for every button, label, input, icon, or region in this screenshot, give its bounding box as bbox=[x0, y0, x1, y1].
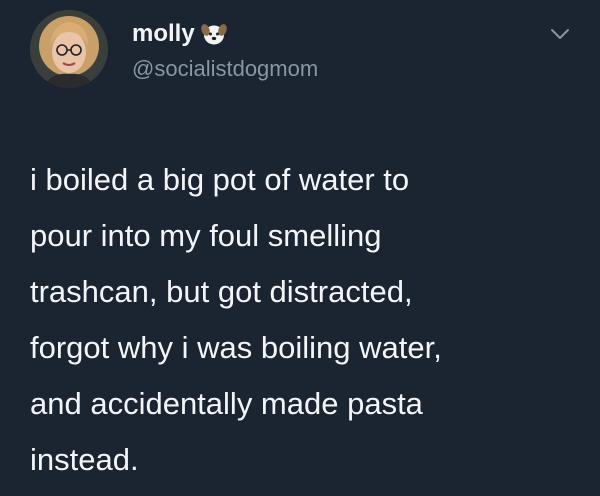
tweet-line: and accidentally made pasta bbox=[30, 386, 423, 421]
avatar[interactable] bbox=[30, 10, 108, 88]
user-handle[interactable]: @socialistdogmom bbox=[132, 56, 318, 82]
name-row: molly bbox=[132, 20, 227, 48]
tweet-line: forgot why i was boiling water, bbox=[30, 330, 442, 365]
display-name[interactable]: molly bbox=[132, 20, 195, 48]
dog-face-icon bbox=[200, 22, 227, 46]
tweet-line: trashcan, but got distracted, bbox=[30, 274, 413, 309]
chevron-down-icon[interactable] bbox=[549, 26, 571, 42]
tweet-line: instead. bbox=[30, 442, 139, 477]
tweet-text: i boiled a big pot of water to pour into… bbox=[30, 152, 590, 488]
tweet-line: i boiled a big pot of water to bbox=[30, 162, 410, 197]
tweet-line: pour into my foul smelling bbox=[30, 218, 382, 253]
avatar-photo bbox=[30, 10, 108, 88]
tweet-card: molly @socialistdogmom i boiled a big po… bbox=[0, 0, 600, 496]
